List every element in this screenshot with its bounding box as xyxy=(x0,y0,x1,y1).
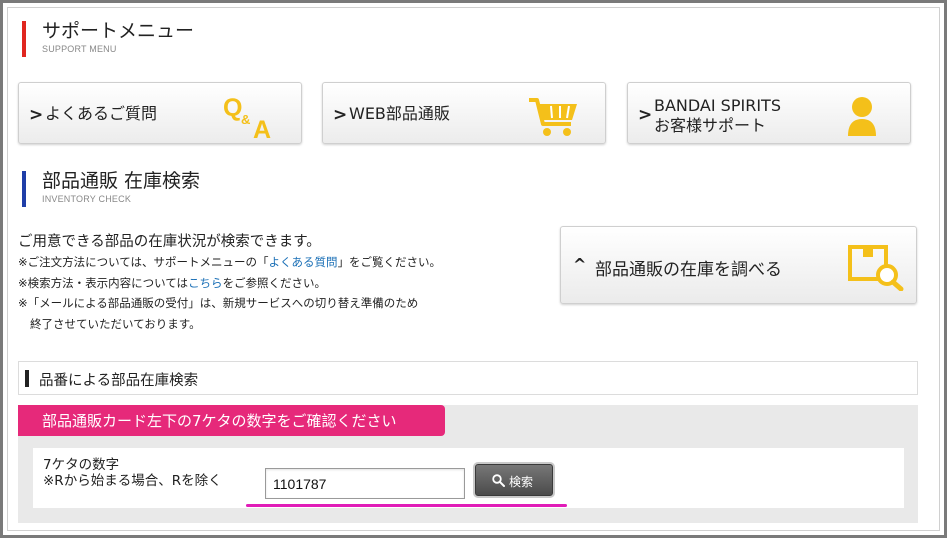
customer-support-label-line2: お客様サポート xyxy=(654,116,767,135)
note3-line1: ※「メールによる部品通販の受付」は、新規サービスへの切り替え準備のため xyxy=(18,296,419,310)
qa-icon: Q & A xyxy=(223,94,271,138)
search-button-label: 検索 xyxy=(509,475,534,489)
check-inventory-button[interactable]: ^ 部品通販の在庫を調べる xyxy=(560,226,917,304)
chevron-right-icon: > xyxy=(29,105,44,125)
customer-support-label-line1: BANDAI SPIRITS xyxy=(654,96,781,115)
support-menu-accent-bar xyxy=(22,21,26,57)
content-panel: サポートメニュー SUPPORT MENU > よくあるご質問 Q & A > … xyxy=(7,7,940,531)
inventory-check-heading: 部品通販 在庫検索 INVENTORY CHECK xyxy=(22,169,200,209)
here-link[interactable]: こちら xyxy=(188,276,223,290)
note-mail-order: ※「メールによる部品通販の受付」は、新規サービスへの切り替え準備のため 終了させ… xyxy=(18,293,441,334)
customer-support-label: BANDAI SPIRITS お客様サポート xyxy=(654,96,781,136)
svg-text:A: A xyxy=(253,116,271,138)
person-icon xyxy=(848,97,876,136)
inventory-check-title: 部品通販 在庫検索 xyxy=(42,170,201,192)
field-label-line1: 7ケタの数字 xyxy=(43,457,120,473)
note-search-method: ※検索方法・表示内容についてはこちらをご参照ください。 xyxy=(18,273,441,294)
chevron-up-icon: ^ xyxy=(573,255,587,274)
note2-prefix: ※検索方法・表示内容については xyxy=(18,275,189,290)
inventory-description: ご用意できる部品の在庫状況が検索できます。 ※ご注文方法については、サポートメニ… xyxy=(18,232,441,334)
inventory-accent-bar xyxy=(22,171,26,207)
web-parts-shop-label: WEB部品通販 xyxy=(349,104,450,123)
faq-button[interactable]: > よくあるご質問 Q & A xyxy=(18,82,302,144)
svg-text:&: & xyxy=(241,112,250,127)
instruction-banner: 部品通販カード左下の7ケタの数字をご確認ください xyxy=(18,405,445,436)
note1-suffix: 」をご覧ください。 xyxy=(337,255,442,269)
magnifier-icon xyxy=(492,474,505,487)
support-menu-subtitle: SUPPORT MENU xyxy=(42,44,117,54)
part-number-search-title: 品番による部品在庫検索 xyxy=(39,373,199,389)
customer-support-button[interactable]: > BANDAI SPIRITS お客様サポート xyxy=(627,82,911,144)
inventory-check-subtitle: INVENTORY CHECK xyxy=(42,194,132,204)
chevron-right-icon: > xyxy=(638,105,653,125)
box-search-icon xyxy=(848,245,904,291)
inventory-lead-text: ご用意できる部品の在庫状況が検索できます。 xyxy=(18,234,321,250)
note3-line2: 終了させていただいております。 xyxy=(30,316,201,331)
part-number-search-heading: 品番による部品在庫検索 xyxy=(18,361,918,395)
part-search-accent-bar xyxy=(25,370,29,387)
search-button[interactable]: 検索 xyxy=(475,464,553,496)
check-inventory-label: 部品通販の在庫を調べる xyxy=(595,260,782,280)
part-search-form: 7ケタの数字 ※Rから始まる場合、Rを除く 検索 xyxy=(33,448,904,508)
chevron-right-icon: > xyxy=(333,105,348,125)
faq-button-label: よくあるご質問 xyxy=(45,104,158,123)
web-parts-shop-button[interactable]: > WEB部品通販 xyxy=(322,82,606,144)
cart-icon xyxy=(529,98,577,136)
faq-link[interactable]: よくある質問 xyxy=(269,255,338,269)
part-number-input[interactable] xyxy=(265,468,465,499)
support-menu-title: サポートメニュー xyxy=(42,20,195,42)
support-menu-heading: サポートメニュー SUPPORT MENU xyxy=(22,19,194,59)
field-label-line2: ※Rから始まる場合、Rを除く xyxy=(43,473,222,489)
svg-text:Q: Q xyxy=(223,94,242,122)
note1-prefix: ※ご注文方法については、サポートメニューの「 xyxy=(18,255,269,269)
instruction-banner-text: 部品通販カード左下の7ケタの数字をご確認ください xyxy=(42,412,397,430)
part-search-area: 部品通販カード左下の7ケタの数字をご確認ください 7ケタの数字 ※Rから始まる場… xyxy=(18,405,918,523)
note-order-method: ※ご注文方法については、サポートメニューの「よくある質問」をご覧ください。 xyxy=(18,252,441,273)
note2-suffix: をご参照ください。 xyxy=(222,275,327,290)
page-frame: サポートメニュー SUPPORT MENU > よくあるご質問 Q & A > … xyxy=(0,0,947,538)
part-number-field-label: 7ケタの数字 ※Rから始まる場合、Rを除く xyxy=(43,457,222,489)
highlight-underline xyxy=(246,504,567,507)
